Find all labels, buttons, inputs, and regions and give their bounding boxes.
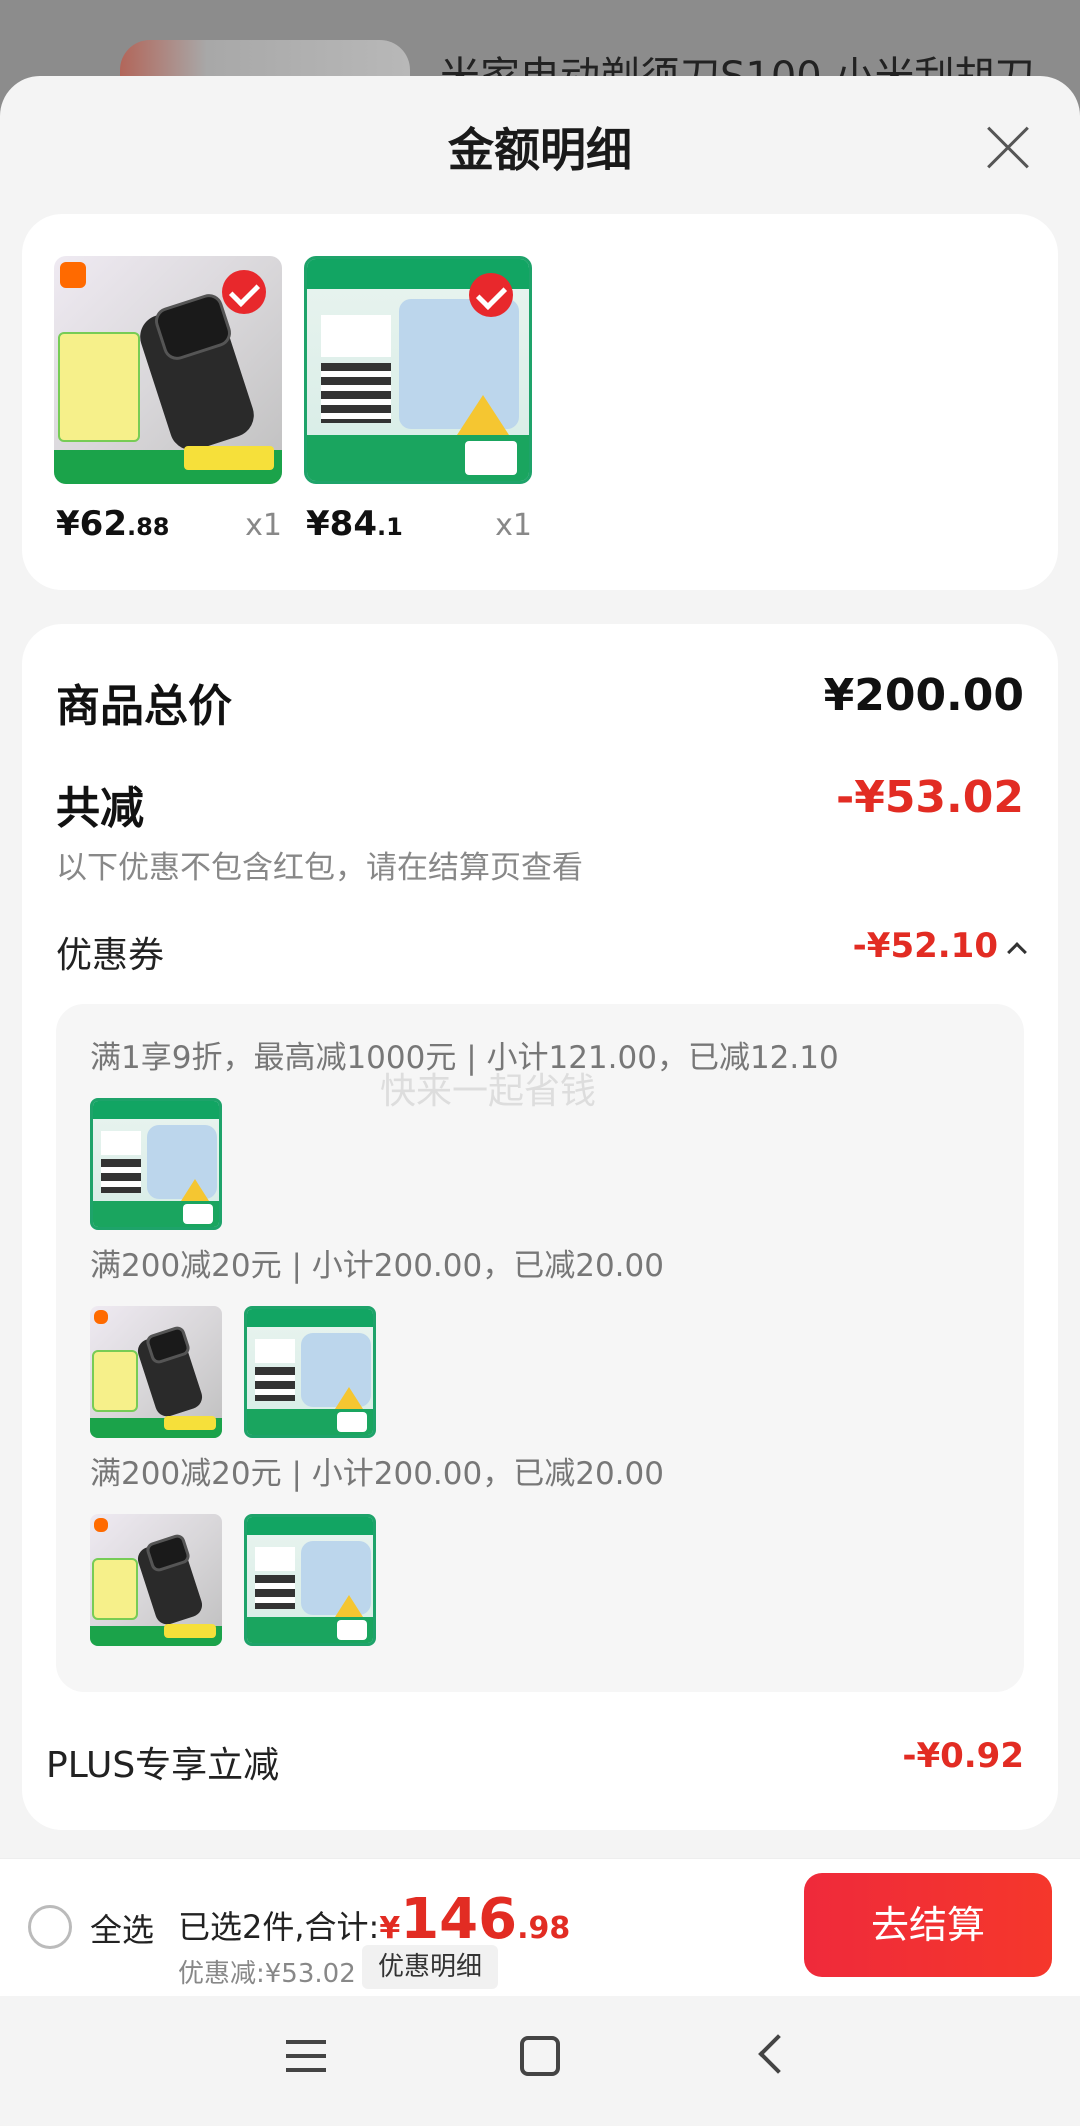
product-price: ¥62.88 (56, 504, 170, 544)
plus-discount-label: PLUS专享立减 (46, 1745, 280, 1786)
total-amount: ¥146.98 (379, 1887, 571, 1952)
product-price: ¥84.1 (306, 504, 403, 544)
total-reduce-label: 共减 (56, 783, 144, 834)
select-all-radio[interactable] (28, 1905, 72, 1949)
coupon-products (90, 1098, 222, 1230)
check-icon[interactable] (469, 273, 513, 317)
coupon-products (90, 1514, 376, 1646)
coupon-products (90, 1306, 376, 1438)
powerbank-image (244, 1306, 376, 1438)
sheet-title: 金额明细 (448, 123, 632, 177)
powerbank-image (90, 1098, 222, 1230)
watermark: 快来一起省钱 (380, 1071, 597, 1112)
total-reduce-value: -¥53.02 (835, 772, 1024, 823)
total-price-label: 商品总价 (56, 681, 232, 732)
close-icon[interactable] (976, 116, 1040, 180)
selected-products-card: ¥62.88 x1 ¥84.1 x1 (22, 214, 1058, 590)
discount-detail-button[interactable]: 优惠明细 (362, 1945, 499, 1989)
shaver-image (54, 256, 282, 484)
chevron-up-icon[interactable] (1007, 942, 1027, 962)
coupon-value: -¥52.10 (852, 926, 998, 966)
menu-icon[interactable] (286, 2038, 326, 2074)
checkout-bar: 全选 已选2件,合计:¥146.98 优惠减:¥53.02 优惠明细 去结算 (0, 1858, 1080, 1996)
shaver-image (90, 1306, 222, 1438)
home-icon[interactable] (520, 2036, 560, 2076)
product-item[interactable]: ¥84.1 x1 (304, 256, 532, 544)
product-item[interactable]: ¥62.88 x1 (54, 256, 282, 544)
coupon-rule: 满200减20元 | 小计200.00，已减20.00 (90, 1456, 664, 1492)
product-quantity: x1 (495, 508, 532, 543)
discount-amount: 优惠减:¥53.02 (178, 1959, 356, 1989)
powerbank-image (244, 1514, 376, 1646)
price-detail-card: 商品总价 ¥200.00 共减 -¥53.02 以下优惠不包含红包，请在结算页查… (22, 624, 1058, 1830)
checkout-button[interactable]: 去结算 (804, 1873, 1052, 1977)
selected-summary: 已选2件,合计:¥146.98 (178, 1887, 571, 1952)
shaver-image (90, 1514, 222, 1646)
plus-discount-value: -¥0.92 (902, 1736, 1024, 1776)
amount-detail-sheet: 金额明细 ¥62.88 x1 ¥84.1 x1 商品总价 ¥200.00 共减 … (0, 76, 1080, 1996)
discount-note: 以下优惠不包含红包，请在结算页查看 (56, 850, 583, 886)
check-icon[interactable] (222, 270, 266, 314)
coupon-label: 优惠券 (56, 935, 165, 976)
select-all-label[interactable]: 全选 (90, 1905, 154, 1951)
back-icon[interactable] (758, 2034, 798, 2074)
powerbank-image (304, 256, 532, 484)
product-quantity: x1 (245, 508, 282, 543)
system-nav-bar (0, 1996, 1080, 2126)
coupon-rule: 满200减20元 | 小计200.00，已减20.00 (90, 1248, 664, 1284)
total-price-value: ¥200.00 (823, 670, 1024, 721)
